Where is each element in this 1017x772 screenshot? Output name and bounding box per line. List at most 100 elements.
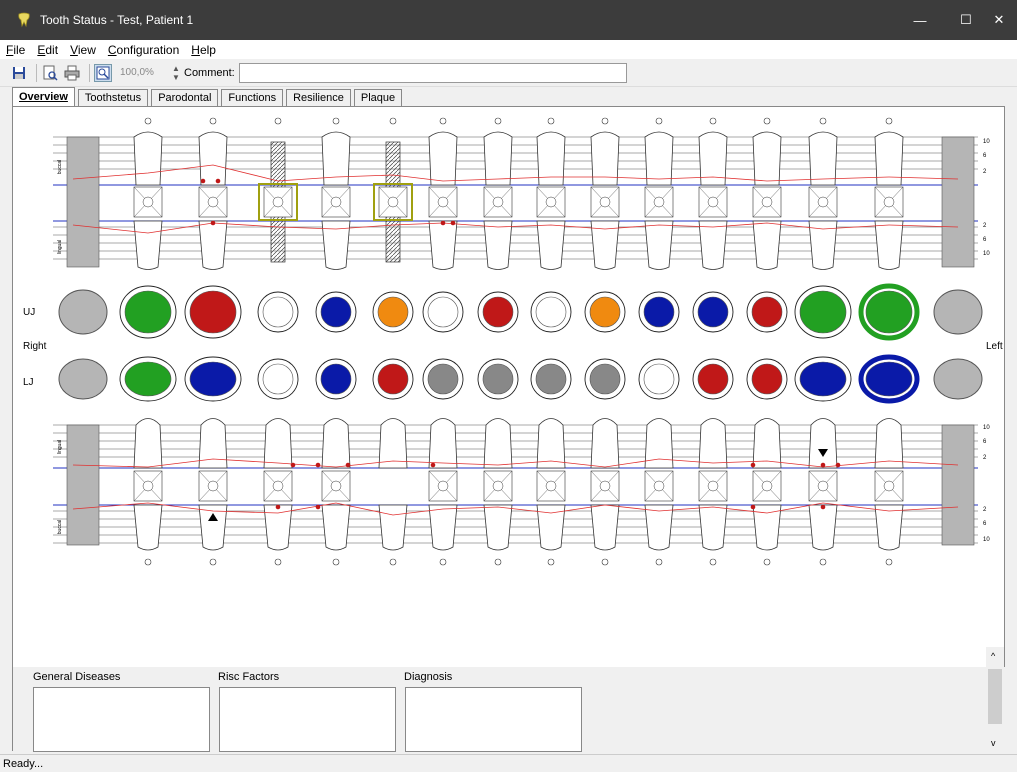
scroll-thumb[interactable] [988, 669, 1002, 724]
grid-center [272, 480, 284, 492]
comment-input[interactable] [238, 62, 627, 83]
tooth-crown [698, 418, 728, 469]
tooth-crown [133, 220, 163, 270]
grid-center [599, 480, 611, 492]
minimize-button[interactable]: — [897, 0, 943, 40]
missing-tooth-occlusal [58, 358, 108, 400]
missing-tooth [66, 424, 100, 546]
grid-center [761, 196, 773, 208]
zoom-field[interactable]: 100,0% [116, 64, 172, 82]
upper-occlusal-tooth-inner [427, 296, 459, 328]
upper-occlusal-tooth-inner [589, 296, 621, 328]
grid-center [142, 480, 154, 492]
tooth-root [698, 504, 728, 551]
save-button[interactable] [10, 64, 28, 82]
tab-functions[interactable]: Functions [221, 89, 284, 106]
overview-panel: 10 6 2 2 6 10 10 6 2 2 6 10 buccal lingual lingual bucc… [12, 106, 1006, 752]
risc-factors-box[interactable] [219, 687, 396, 752]
mobility-marker [494, 117, 502, 125]
bleeding-point [430, 462, 436, 468]
tooth-root [428, 504, 458, 551]
mobility-marker [655, 117, 663, 125]
dental-chart[interactable]: 10 6 2 2 6 10 10 6 2 2 6 10 buccal lingual lingual bucc… [13, 107, 1006, 652]
print-preview-button[interactable] [41, 64, 59, 82]
tooth-crown [808, 418, 838, 469]
grid-center [437, 480, 449, 492]
lower-occlusal-tooth-inner [320, 363, 352, 395]
bleeding-point [275, 504, 281, 510]
upper-occlusal-tooth-inner [482, 296, 514, 328]
mobility-marker [144, 117, 152, 125]
mobility-marker [439, 558, 447, 566]
mobility-marker [389, 558, 397, 566]
grid-center [387, 196, 399, 208]
lower-occlusal-tooth-inner [799, 361, 847, 397]
tooth-root [378, 504, 408, 551]
mobility-marker [601, 558, 609, 566]
printer-icon [64, 65, 80, 80]
upper-occlusal-tooth-inner [697, 296, 729, 328]
tooth-root [133, 504, 163, 551]
status-bar: Ready... [0, 754, 1017, 772]
missing-tooth [66, 136, 100, 268]
menu-view[interactable]: View [64, 43, 102, 57]
tab-parodontal[interactable]: Parodontal [151, 89, 219, 106]
missing-tooth-occlusal [58, 289, 108, 335]
bleeding-point [450, 220, 456, 226]
side-orientation-label: lingual [57, 440, 63, 454]
menu-configuration[interactable]: Configuration [102, 43, 185, 57]
tooth-crown [133, 418, 163, 469]
tooth-root [590, 504, 620, 551]
scale-tick: 10 [983, 139, 990, 145]
tooth-crown [752, 418, 782, 469]
menu-help[interactable]: Help [185, 43, 222, 57]
bleeding-point [290, 462, 296, 468]
lower-occlusal-tooth-inner [124, 361, 172, 397]
window-title: Tooth Status - Test, Patient 1 [40, 13, 194, 27]
upper-occlusal-tooth-inner [535, 296, 567, 328]
mobility-marker [885, 558, 893, 566]
grid-center [883, 196, 895, 208]
tooth-crown [874, 418, 904, 469]
grid-center [707, 196, 719, 208]
mobility-marker [547, 558, 555, 566]
scale-tick: 6 [983, 237, 987, 243]
close-button[interactable]: ✕ [981, 0, 1017, 40]
scale-tick: 2 [983, 507, 987, 513]
menu-edit[interactable]: Edit [31, 43, 64, 57]
zoom-button[interactable] [94, 63, 112, 82]
scroll-up-icon[interactable]: ^ [991, 651, 995, 661]
grid-center [207, 480, 219, 492]
general-diseases-box[interactable] [33, 687, 210, 752]
zoom-spinner[interactable]: ▲ ▼ [172, 64, 182, 82]
lower-occlusal-tooth-inner [189, 361, 237, 397]
diagnosis-box[interactable] [405, 687, 582, 752]
tab-toothstatus[interactable]: Toothstetus [77, 89, 149, 106]
tooth-crown [263, 418, 293, 469]
tab-plaque[interactable]: Plaque [353, 89, 403, 106]
save-icon [13, 66, 25, 79]
scale-tick: 2 [983, 223, 987, 229]
lower-occlusal-tooth-inner [535, 363, 567, 395]
grid-center [599, 196, 611, 208]
lower-occlusal-tooth-inner [427, 363, 459, 395]
tooth-root [133, 131, 163, 186]
grid-center [437, 196, 449, 208]
tooth-root [263, 504, 293, 551]
scroll-down-icon[interactable]: v [991, 738, 996, 748]
tab-overview[interactable]: Overview [12, 87, 75, 106]
grid-center [653, 480, 665, 492]
tab-resilience[interactable]: Resilience [286, 89, 351, 106]
grid-center [492, 480, 504, 492]
upper-occlusal-tooth-inner [262, 296, 294, 328]
tooth-crown [428, 418, 458, 469]
print-button[interactable] [63, 64, 81, 82]
menu-file[interactable]: File [0, 43, 31, 57]
vertical-scrollbar[interactable]: ^ v [986, 647, 1004, 752]
mobility-marker [209, 558, 217, 566]
grid-center [707, 480, 719, 492]
upper-occlusal-tooth-inner [320, 296, 352, 328]
grid-center [761, 480, 773, 492]
tooth-crown [428, 220, 458, 270]
tooth-crown [536, 220, 566, 270]
